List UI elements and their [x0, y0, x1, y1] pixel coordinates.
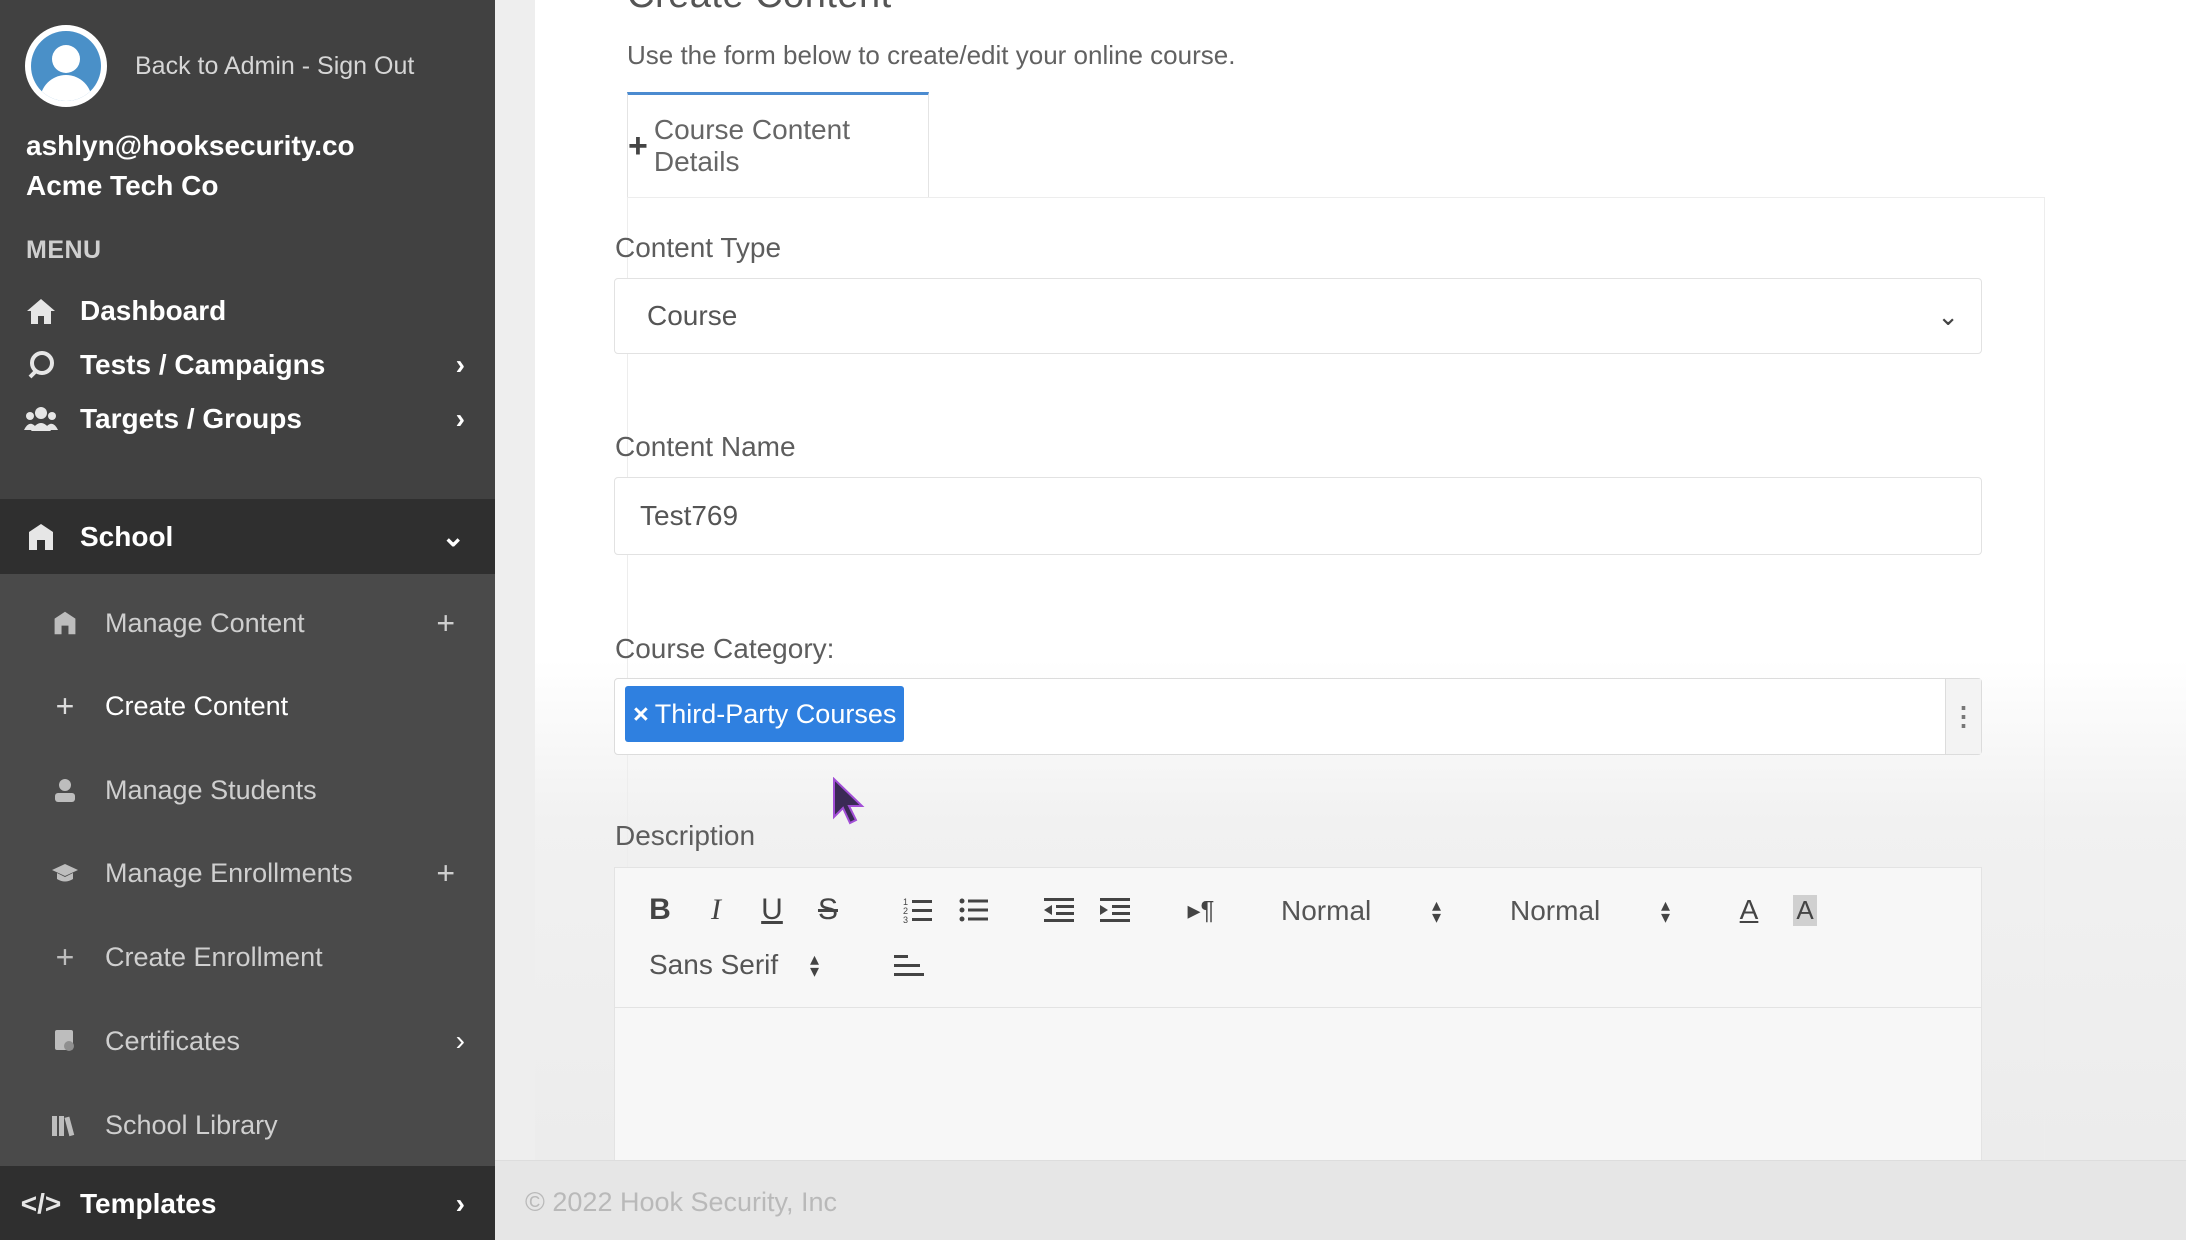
- back-to-admin-sign-out-link[interactable]: Back to Admin - Sign Out: [135, 52, 414, 81]
- strikethrough-icon[interactable]: S: [808, 890, 848, 930]
- indent-icon[interactable]: [1095, 890, 1135, 930]
- rocket-icon: [24, 348, 58, 382]
- chevron-right-icon: ›: [455, 402, 465, 434]
- mouse-cursor-icon: [832, 776, 866, 827]
- avatar[interactable]: [25, 25, 107, 107]
- submenu-item-create-enrollment[interactable]: + Create Enrollment: [0, 922, 495, 992]
- graduation-cap-icon: [50, 858, 80, 888]
- size-select-value: Normal: [1510, 895, 1601, 926]
- header-select-value: Normal: [1281, 895, 1372, 926]
- resize-handle-icon[interactable]: ⋮: [1945, 679, 1981, 754]
- align-icon[interactable]: [889, 946, 929, 986]
- student-icon: [50, 775, 80, 805]
- submenu-item-certificates[interactable]: Certificates ›: [0, 1006, 495, 1076]
- user-company: Acme Tech Co: [26, 170, 219, 201]
- font-select-value: Sans Serif: [649, 949, 779, 980]
- plus-icon: +: [55, 938, 75, 975]
- page-title: Create Content: [627, 0, 892, 17]
- font-select[interactable]: Sans Serif ▴ ▾: [649, 949, 839, 981]
- header-select[interactable]: Normal ▴ ▾: [1281, 895, 1451, 927]
- highlight-a: A: [1793, 894, 1817, 926]
- copyright-text: © 2022 Hook Security, Inc: [525, 1187, 838, 1217]
- expand-plus-icon[interactable]: +: [436, 605, 455, 642]
- submenu-item-manage-enrollments[interactable]: Manage Enrollments +: [0, 838, 495, 908]
- expand-plus-icon[interactable]: +: [436, 855, 455, 892]
- editor-toolbar: B I U S 123 ▸¶ Normal ▴ ▾ Normal ▴ ▾ A A S: [615, 868, 1981, 1008]
- category-tag: × Third-Party Courses: [625, 686, 905, 742]
- submenu-item-label: Create Content: [105, 690, 289, 721]
- content-name-label: Content Name: [615, 431, 796, 462]
- chevron-right-icon: ›: [455, 1187, 465, 1219]
- certificate-icon: [50, 1026, 80, 1056]
- description-editor[interactable]: B I U S 123 ▸¶ Normal ▴ ▾ Normal ▴ ▾ A A S: [614, 867, 1982, 1167]
- chevron-down-icon: ⌄: [1937, 300, 1959, 331]
- underline-icon[interactable]: U: [752, 890, 792, 930]
- submenu-item-label: School Library: [105, 1109, 278, 1140]
- sidebar-item-label: Targets / Groups: [80, 402, 302, 434]
- sidebar-item-label: Dashboard: [80, 294, 227, 326]
- submenu-item-label: Manage Students: [105, 774, 317, 805]
- page-subtitle: Use the form below to create/edit your o…: [627, 40, 1236, 70]
- content-type-label: Content Type: [615, 232, 782, 263]
- sidebar-item-label: School: [80, 520, 174, 552]
- bullet-list-icon[interactable]: [954, 890, 994, 930]
- background-color-icon[interactable]: A: [1785, 890, 1825, 930]
- sidebar-item-label: Tests / Campaigns: [80, 348, 326, 380]
- content-type-select[interactable]: Course ⌄: [614, 278, 1982, 354]
- user-email: ashlyn@hooksecurity.co: [26, 130, 355, 161]
- plus-icon: +: [628, 126, 648, 165]
- submenu-item-label: Manage Enrollments: [105, 857, 353, 888]
- submenu-item-school-library[interactable]: School Library: [0, 1090, 495, 1160]
- school-icon: [24, 520, 58, 554]
- submenu-item-label: Certificates: [105, 1025, 241, 1056]
- text-color-icon[interactable]: A: [1729, 890, 1769, 930]
- tab-course-content-details[interactable]: + Course Content Details: [627, 92, 929, 197]
- content-type-value: Course: [647, 300, 738, 331]
- updown-arrow-icon: ▴ ▾: [1431, 895, 1441, 927]
- italic-icon[interactable]: I: [696, 890, 736, 930]
- chevron-down-icon: ⌄: [441, 521, 465, 552]
- bold-icon[interactable]: B: [640, 890, 680, 930]
- sidebar-item-school[interactable]: School ⌄: [0, 499, 495, 574]
- ordered-list-icon[interactable]: 123: [898, 890, 938, 930]
- updown-arrow-icon: ▴ ▾: [1660, 895, 1670, 927]
- course-category-multiselect[interactable]: × Third-Party Courses ⋮: [614, 678, 1982, 755]
- footer: © 2022 Hook Security, Inc: [495, 1160, 2186, 1240]
- users-icon: [24, 402, 58, 436]
- content-name-value: Test769: [640, 500, 739, 531]
- description-label: Description: [615, 820, 756, 851]
- size-select[interactable]: Normal ▴ ▾: [1510, 895, 1680, 927]
- tab-label: Course Content Details: [653, 114, 850, 177]
- plus-icon: +: [55, 687, 75, 724]
- outdent-icon[interactable]: [1039, 890, 1079, 930]
- course-category-label: Course Category:: [615, 633, 835, 664]
- school-icon: [50, 608, 80, 638]
- submenu-item-label: Create Enrollment: [105, 941, 323, 972]
- sidebar-item-label: Templates: [80, 1187, 217, 1219]
- content-name-input[interactable]: Test769: [614, 477, 1982, 555]
- submenu-item-create-content[interactable]: + Create Content: [0, 671, 495, 741]
- home-icon: [24, 294, 58, 328]
- sidebar-item-targets-groups[interactable]: Targets / Groups ›: [0, 381, 495, 456]
- profile-block: Back to Admin - Sign Out: [25, 25, 414, 107]
- updown-arrow-icon: ▴ ▾: [809, 949, 819, 981]
- code-icon: </>: [20, 1187, 62, 1219]
- submenu-item-manage-students[interactable]: Manage Students: [0, 755, 495, 825]
- category-tag-label: Third-Party Courses: [654, 698, 897, 729]
- remove-tag-icon[interactable]: ×: [633, 699, 649, 730]
- svg-text:3: 3: [903, 915, 908, 924]
- chevron-right-icon: ›: [455, 1025, 465, 1056]
- menu-heading: MENU: [26, 236, 102, 264]
- sidebar-item-templates[interactable]: </> Templates ›: [0, 1166, 495, 1240]
- submenu-item-label: Manage Content: [105, 607, 305, 638]
- submenu-item-manage-content[interactable]: Manage Content +: [0, 588, 495, 658]
- library-icon: [50, 1110, 80, 1140]
- text-direction-icon[interactable]: ▸¶: [1181, 890, 1221, 930]
- sidebar: Back to Admin - Sign Out ashlyn@hooksecu…: [0, 0, 495, 1240]
- chevron-right-icon: ›: [455, 348, 465, 380]
